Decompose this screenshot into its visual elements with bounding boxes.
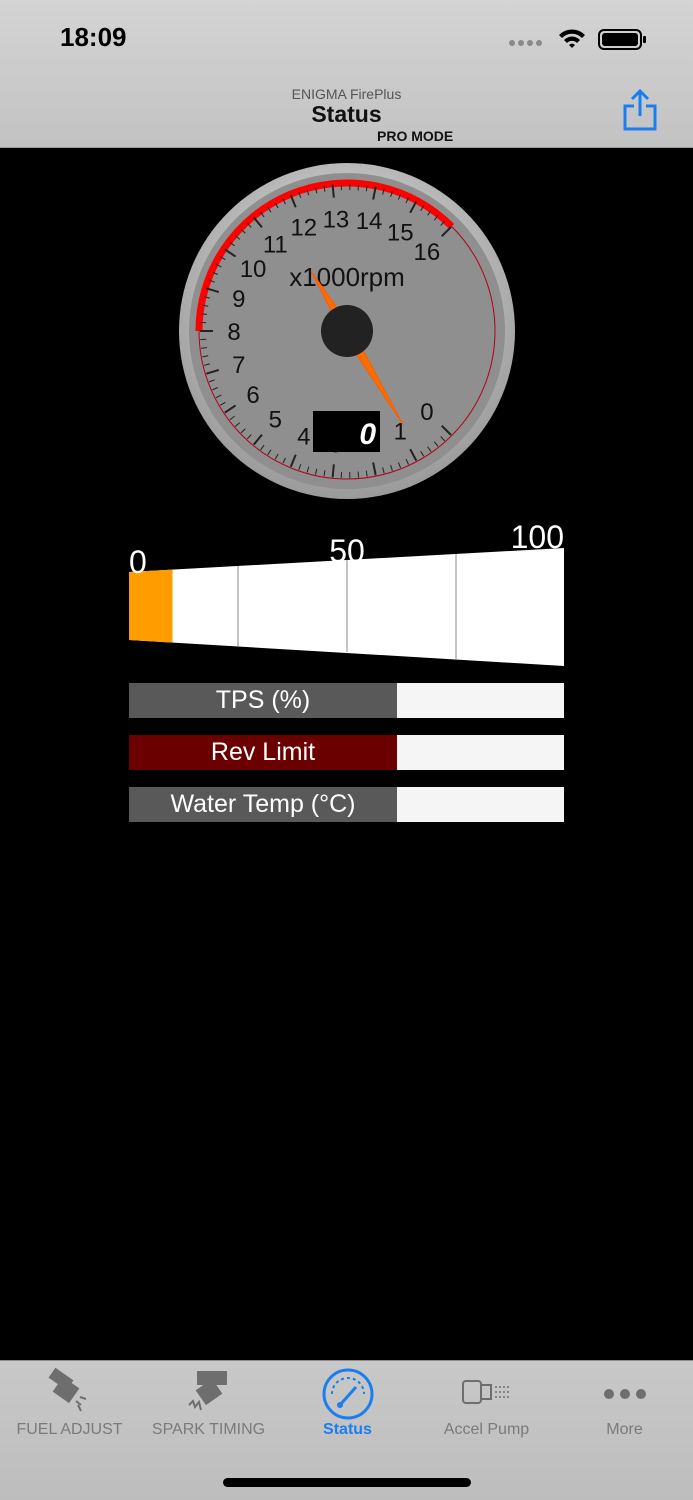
tach-scale-label: 16 (414, 239, 441, 266)
tab-status[interactable]: Status (278, 1361, 417, 1447)
minor-tick (200, 313, 208, 315)
major-tick (331, 184, 335, 198)
spark-plug-icon (187, 1371, 227, 1411)
share-icon[interactable] (620, 88, 660, 132)
wifi-icon (559, 29, 585, 48)
home-indicator (223, 1478, 471, 1487)
tach-scale-label: 12 (290, 215, 317, 242)
tach-scale-label: 14 (356, 208, 383, 235)
tach-scale-label: 10 (240, 256, 267, 283)
minor-tick (200, 347, 208, 349)
throttle-label-50: 50 (329, 533, 365, 569)
battery-icon (598, 29, 646, 50)
tab-label: Accel Pump (443, 1421, 530, 1438)
tachometer-gauge: 012345678910111213141516 x1000rpm 0 (179, 163, 515, 499)
app-name: ENIGMA FirePlus (291, 86, 402, 102)
throttle-label-100: 100 (511, 519, 564, 555)
throttle-label-0: 0 (129, 544, 147, 580)
speedometer-icon (322, 1368, 373, 1420)
tach-scale-label: 8 (227, 319, 240, 346)
tps-row: TPS (%) (129, 683, 564, 718)
tach-scale-label: 13 (323, 207, 350, 234)
rev-limit-row: Rev Limit (129, 735, 564, 770)
status-time: 18:09 (60, 22, 127, 52)
tach-scale-label: 6 (246, 382, 259, 409)
rev-limit-value (397, 735, 564, 770)
tach-scale-label: 15 (387, 219, 414, 246)
tab-more[interactable]: More (556, 1361, 693, 1447)
throttle-fill (129, 569, 173, 643)
tab-label: More (606, 1421, 643, 1438)
status-icons (509, 29, 646, 50)
tab-label: SPARK TIMING (151, 1421, 266, 1438)
tach-scale-label: 7 (232, 352, 245, 379)
tach-unit-label: x1000rpm (289, 262, 405, 292)
rev-limit-label: Rev Limit (129, 735, 397, 770)
tab-accel-pump[interactable]: Accel Pump (417, 1361, 556, 1447)
tach-scale-label: 11 (263, 232, 288, 259)
rpm-readout: 0 (359, 418, 376, 451)
tach-scale-label: 9 (232, 286, 245, 313)
tab-spark-timing[interactable]: SPARK TIMING (139, 1361, 278, 1447)
tach-scale-label: 5 (269, 406, 282, 433)
tps-label: TPS (%) (129, 683, 397, 718)
tach-scale-label: 4 (297, 423, 310, 450)
page-title: Status (311, 101, 382, 127)
fuel-injector-icon (48, 1367, 86, 1412)
water-temp-label: Water Temp (°C) (129, 787, 397, 822)
tab-label: FUEL ADJUST (16, 1421, 123, 1438)
tach-scale-label: 0 (420, 399, 433, 426)
cellular-signal-icon (509, 40, 542, 46)
tps-value (397, 683, 564, 718)
mode-badge: PRO MODE (377, 128, 454, 144)
tab-fuel-adjust[interactable]: FUEL ADJUST (0, 1361, 139, 1447)
water-temp-value (397, 787, 564, 822)
tach-scale-label: 1 (394, 419, 407, 446)
needle-hub (321, 305, 373, 357)
throttle-bar: 0 50 100 (129, 519, 564, 666)
navigation-header: 18:09 ENIGMA FirePlus Status PRO MODE (0, 0, 693, 148)
water-temp-row: Water Temp (°C) (129, 787, 564, 822)
accel-pump-icon (461, 1380, 509, 1404)
tab-label: Status (323, 1421, 372, 1438)
major-tick (331, 464, 335, 478)
more-dots-icon (603, 1389, 646, 1399)
